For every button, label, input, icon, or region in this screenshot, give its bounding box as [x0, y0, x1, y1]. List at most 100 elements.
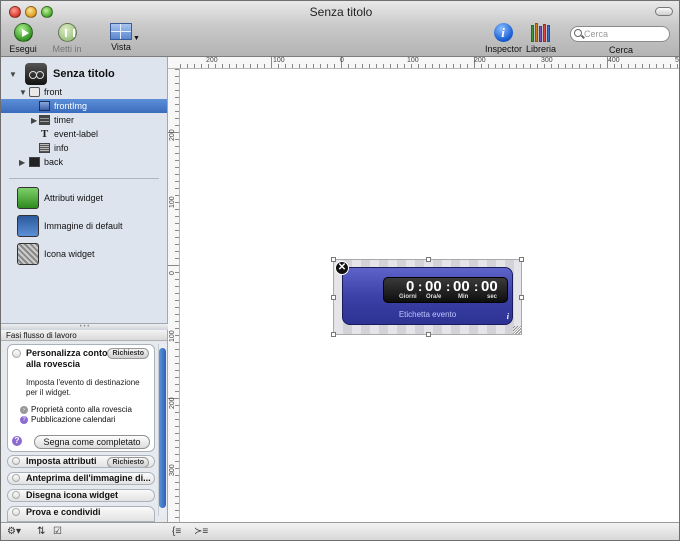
- app-window: Senza titolo Esegui Metti in pausa Vista…: [0, 0, 680, 541]
- scrollbar-thumb[interactable]: [159, 348, 166, 508]
- step-status-icon: [12, 491, 20, 499]
- ruler-tick: [544, 64, 545, 68]
- ruler-tick: [175, 356, 179, 357]
- tree-item-timer[interactable]: ▶ timer: [1, 113, 167, 127]
- ruler-tick: [418, 64, 419, 68]
- countdown-widget[interactable]: 0 : 00 : 00 : 00 Giorni Ora/e Min sec Et…: [331, 257, 524, 337]
- step-set-attributes[interactable]: Imposta attributi Richiesto: [7, 455, 155, 468]
- ruler-tick: [670, 64, 671, 68]
- resize-handle[interactable]: [426, 332, 431, 337]
- widget-attributes-label: Attributi widget: [44, 193, 104, 203]
- vertical-ruler: 200 100 0 100 200 300: [168, 69, 180, 522]
- countdown-panel: 0 : 00 : 00 : 00 Giorni Ora/e Min sec Et…: [342, 267, 513, 325]
- resize-handle[interactable]: [331, 332, 336, 337]
- ruler-tick: [175, 251, 179, 252]
- ruler-label: 400: [608, 57, 620, 64]
- tree-item-label: event-label: [54, 129, 99, 139]
- resize-handle[interactable]: [331, 295, 336, 300]
- widget-icon-item[interactable]: Icona widget: [17, 243, 95, 265]
- run-label: Esegui: [9, 44, 37, 54]
- search-input[interactable]: Cerca: [570, 26, 670, 42]
- chevron-down-icon[interactable]: ▼: [133, 35, 140, 42]
- step-test-share[interactable]: Prova e condividi: [7, 506, 155, 522]
- minutes-value: 00: [453, 278, 470, 295]
- tree-root[interactable]: ▼ Senza titolo: [9, 63, 115, 85]
- ruler-tick: [175, 342, 179, 343]
- view-button[interactable]: Vista: [107, 23, 135, 52]
- ruler-tick: [175, 321, 179, 322]
- resize-handle[interactable]: [519, 295, 524, 300]
- workflow-scrollbar[interactable]: [158, 344, 166, 516]
- gear-icon[interactable]: ⚙▾: [7, 526, 21, 537]
- tree-item-back[interactable]: ▶ back: [1, 155, 167, 169]
- step-status-icon: [12, 508, 20, 516]
- ruler-tick: [432, 64, 433, 68]
- tree-item-label: info: [54, 143, 69, 153]
- resize-handle[interactable]: [331, 257, 336, 262]
- canvas-bottom-bar: {≡ ≻≡: [168, 522, 679, 540]
- ruler-tick: [306, 64, 307, 68]
- run-button[interactable]: Esegui: [9, 23, 37, 54]
- step-description: Imposta l'evento di destinazione per il …: [26, 378, 140, 397]
- ruler-tick: [327, 64, 328, 68]
- ruler-tick: [439, 64, 440, 68]
- library-button[interactable]: Libreria: [525, 23, 557, 54]
- sort-icon[interactable]: ⇅: [37, 526, 45, 537]
- ruler-tick: [175, 349, 179, 350]
- ruler-tick: [175, 279, 179, 280]
- mark-complete-button[interactable]: Segna come completato: [34, 435, 150, 449]
- step-preview-image[interactable]: Anteprima dell'immagine di...: [7, 472, 155, 485]
- ruler-tick: [175, 76, 179, 77]
- edit-icon[interactable]: ☑: [53, 526, 62, 537]
- info-icon[interactable]: i: [507, 312, 509, 321]
- outdent-icon[interactable]: {≡: [172, 526, 181, 537]
- close-icon[interactable]: ✕: [335, 261, 349, 275]
- resize-handle[interactable]: [426, 257, 431, 262]
- resize-grip-icon[interactable]: [513, 326, 521, 334]
- tree-item-front[interactable]: ▼ front: [1, 85, 167, 99]
- widget-attributes-item[interactable]: Attributi widget: [17, 187, 103, 209]
- ruler-tick: [175, 244, 179, 245]
- ruler-label: 200: [169, 397, 176, 409]
- ruler-tick: [663, 64, 664, 68]
- ruler-label: 200: [474, 57, 486, 64]
- ruler-tick: [348, 64, 349, 68]
- default-image-item[interactable]: Immagine di default: [17, 215, 123, 237]
- window-title: Senza titolo: [309, 5, 373, 19]
- inspector-button[interactable]: i Inspector: [485, 23, 522, 54]
- design-canvas[interactable]: 2001000100200300400500 2001000100200300 …: [168, 57, 679, 522]
- countdown-properties-link[interactable]: › Proprietà conto alla rovescia: [20, 405, 132, 414]
- disclosure-open-icon[interactable]: ▼: [9, 70, 19, 79]
- split-handle[interactable]: • • •: [1, 323, 168, 330]
- ruler-tick: [383, 64, 384, 68]
- tree-item-info[interactable]: info: [1, 141, 167, 155]
- ruler-tick: [175, 433, 179, 434]
- disclosure-closed-icon[interactable]: ▶: [19, 158, 29, 167]
- ruler-label: 0: [340, 57, 344, 64]
- widget-icon-label: Icona widget: [44, 249, 95, 259]
- calendar-publishing-link[interactable]: ? Pubblicazione calendari: [20, 415, 116, 424]
- disclosure-closed-icon[interactable]: ▶: [31, 116, 39, 125]
- play-icon: [13, 23, 33, 42]
- tree-item-label: back: [44, 157, 64, 167]
- ruler-tick: [175, 412, 179, 413]
- info-icon: i: [493, 23, 513, 42]
- toolbar-toggle-button[interactable]: [655, 7, 673, 16]
- tree-item-event-label[interactable]: T event-label: [1, 127, 167, 141]
- ruler-tick: [175, 384, 179, 385]
- ruler-tick: [677, 64, 678, 68]
- ruler-tick: [628, 64, 629, 68]
- ruler-tick: [175, 90, 179, 91]
- timer-icon: [39, 115, 50, 125]
- step-label: Prova e condividi: [26, 507, 101, 517]
- resize-handle[interactable]: [519, 257, 524, 262]
- step-draw-icon[interactable]: Disegna icona widget: [7, 489, 155, 502]
- help-button[interactable]: ?: [12, 436, 22, 446]
- ruler-tick: [222, 64, 223, 68]
- tree-item-frontimg[interactable]: frontImg: [1, 99, 167, 113]
- ruler-tick: [175, 160, 179, 161]
- indent-icon[interactable]: ≻≡: [194, 526, 208, 537]
- ruler-tick: [537, 64, 538, 68]
- disclosure-open-icon[interactable]: ▼: [19, 88, 29, 97]
- ruler-tick: [175, 111, 179, 112]
